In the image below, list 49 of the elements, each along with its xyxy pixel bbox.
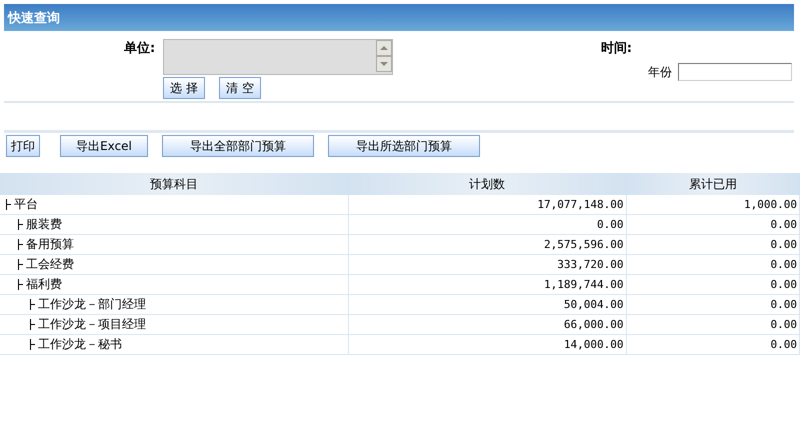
- table-cell: 0.00: [626, 334, 800, 354]
- unit-list-field[interactable]: [163, 39, 394, 75]
- tree-branch-icon: [18, 259, 24, 270]
- account-name: 服装费: [26, 216, 62, 233]
- tree-branch-icon: [30, 319, 36, 330]
- tree-branch-icon: [30, 339, 36, 350]
- table-cell: 0.00: [626, 214, 800, 234]
- year-label: 年份: [648, 64, 672, 80]
- table-cell: 1,000.00: [626, 195, 800, 214]
- account-name: 平台: [14, 196, 38, 213]
- account-name: 工作沙龙－秘书: [38, 336, 122, 353]
- toolbar-button[interactable]: 导出Excel: [60, 135, 148, 157]
- table-cell: 0.00: [626, 254, 800, 274]
- table-cell: 1,189,744.00: [348, 274, 626, 294]
- column-header: 累计已用: [626, 173, 800, 195]
- column-header: 计划数: [348, 173, 626, 195]
- unit-button[interactable]: 选 择: [163, 77, 206, 99]
- table-cell: 50,004.00: [348, 294, 626, 314]
- table-cell: 14,000.00: [348, 334, 626, 354]
- scroll-up-icon[interactable]: [376, 40, 392, 56]
- table-cell: 0.00: [626, 314, 800, 334]
- tree-branch-icon: [18, 279, 24, 290]
- account-name: 福利费: [26, 276, 62, 293]
- tree-branch-icon: [30, 299, 36, 310]
- time-label: 时间:: [600, 40, 632, 57]
- unit-label: 单位:: [124, 40, 156, 58]
- table-cell: 0.00: [626, 274, 800, 294]
- table-cell: 0.00: [626, 234, 800, 254]
- account-name: 工作沙龙－项目经理: [38, 316, 146, 333]
- toolbar-button[interactable]: 导出所选部门预算: [328, 135, 480, 157]
- table-cell: 2,575,596.00: [348, 234, 626, 254]
- tree-branch-icon: [18, 239, 24, 250]
- account-name: 工会经费: [26, 256, 74, 273]
- toolbar-button[interactable]: 打印: [6, 135, 40, 157]
- tree-branch-icon: [18, 219, 24, 230]
- table-cell: 66,000.00: [348, 314, 626, 334]
- unit-button[interactable]: 清 空: [219, 77, 261, 99]
- year-input-field[interactable]: [678, 63, 792, 81]
- panel-title: 快速查询: [8, 10, 60, 26]
- column-header: 预算科目: [0, 173, 348, 195]
- account-name: 工作沙龙－部门经理: [38, 296, 146, 313]
- tree-branch-icon: [6, 199, 12, 210]
- table-cell: 0.00: [626, 294, 800, 314]
- scroll-down-icon[interactable]: [376, 56, 392, 72]
- table-cell: 17,077,148.00: [348, 195, 626, 214]
- account-name: 备用预算: [26, 236, 74, 253]
- toolbar-button[interactable]: 导出全部部门预算: [162, 135, 314, 157]
- table-cell: 0.00: [348, 214, 626, 234]
- table-cell: 333,720.00: [348, 254, 626, 274]
